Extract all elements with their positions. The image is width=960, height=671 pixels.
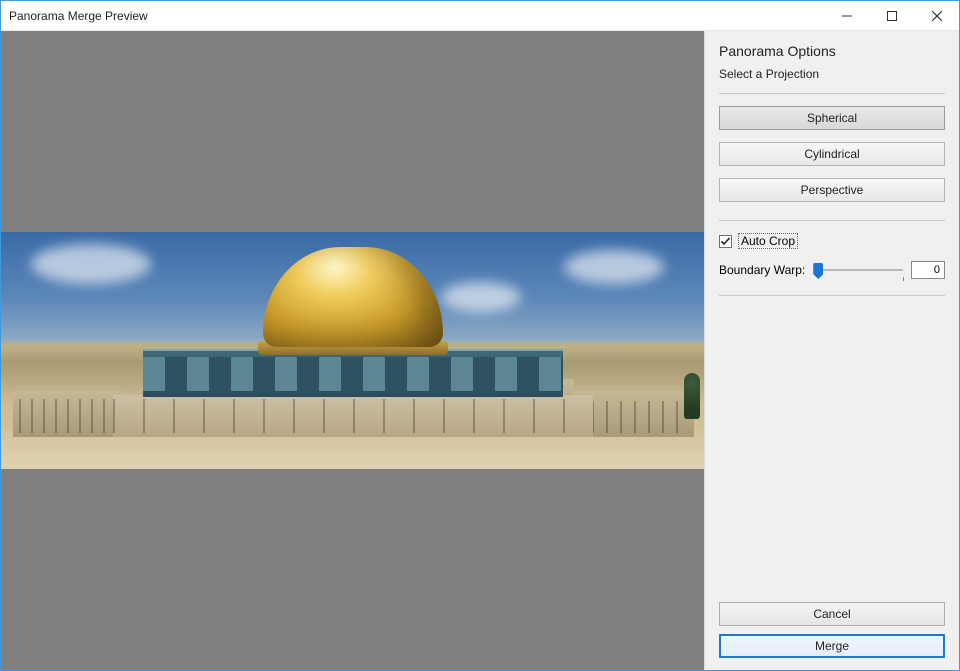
titlebar: Panorama Merge Preview — [1, 1, 959, 31]
check-icon — [720, 236, 731, 247]
window-title: Panorama Merge Preview — [1, 9, 824, 23]
divider — [719, 220, 945, 221]
maximize-button[interactable] — [869, 1, 914, 30]
window-controls — [824, 1, 959, 30]
projection-label: Select a Projection — [719, 67, 945, 81]
options-panel: Panorama Options Select a Projection Sph… — [704, 31, 959, 670]
divider — [719, 295, 945, 296]
auto-crop-label: Auto Crop — [738, 233, 798, 249]
projection-perspective-button[interactable]: Perspective — [719, 178, 945, 202]
auto-crop-checkbox[interactable] — [719, 235, 732, 248]
auto-crop-row: Auto Crop — [719, 233, 945, 249]
cancel-button[interactable]: Cancel — [719, 602, 945, 626]
preview-area[interactable] — [1, 31, 704, 670]
boundary-warp-input[interactable] — [911, 261, 945, 279]
projection-spherical-button[interactable]: Spherical — [719, 106, 945, 130]
boundary-warp-slider[interactable] — [813, 261, 903, 279]
minimize-button[interactable] — [824, 1, 869, 30]
merge-button[interactable]: Merge — [719, 634, 945, 658]
panel-title: Panorama Options — [719, 43, 945, 59]
projection-cylindrical-button[interactable]: Cylindrical — [719, 142, 945, 166]
content: Panorama Options Select a Projection Sph… — [1, 31, 959, 670]
panorama-preview-image — [1, 232, 704, 469]
slider-thumb-icon[interactable] — [813, 263, 823, 279]
boundary-warp-row: Boundary Warp: — [719, 261, 945, 279]
close-button[interactable] — [914, 1, 959, 30]
boundary-warp-label: Boundary Warp: — [719, 263, 805, 277]
divider — [719, 93, 945, 94]
